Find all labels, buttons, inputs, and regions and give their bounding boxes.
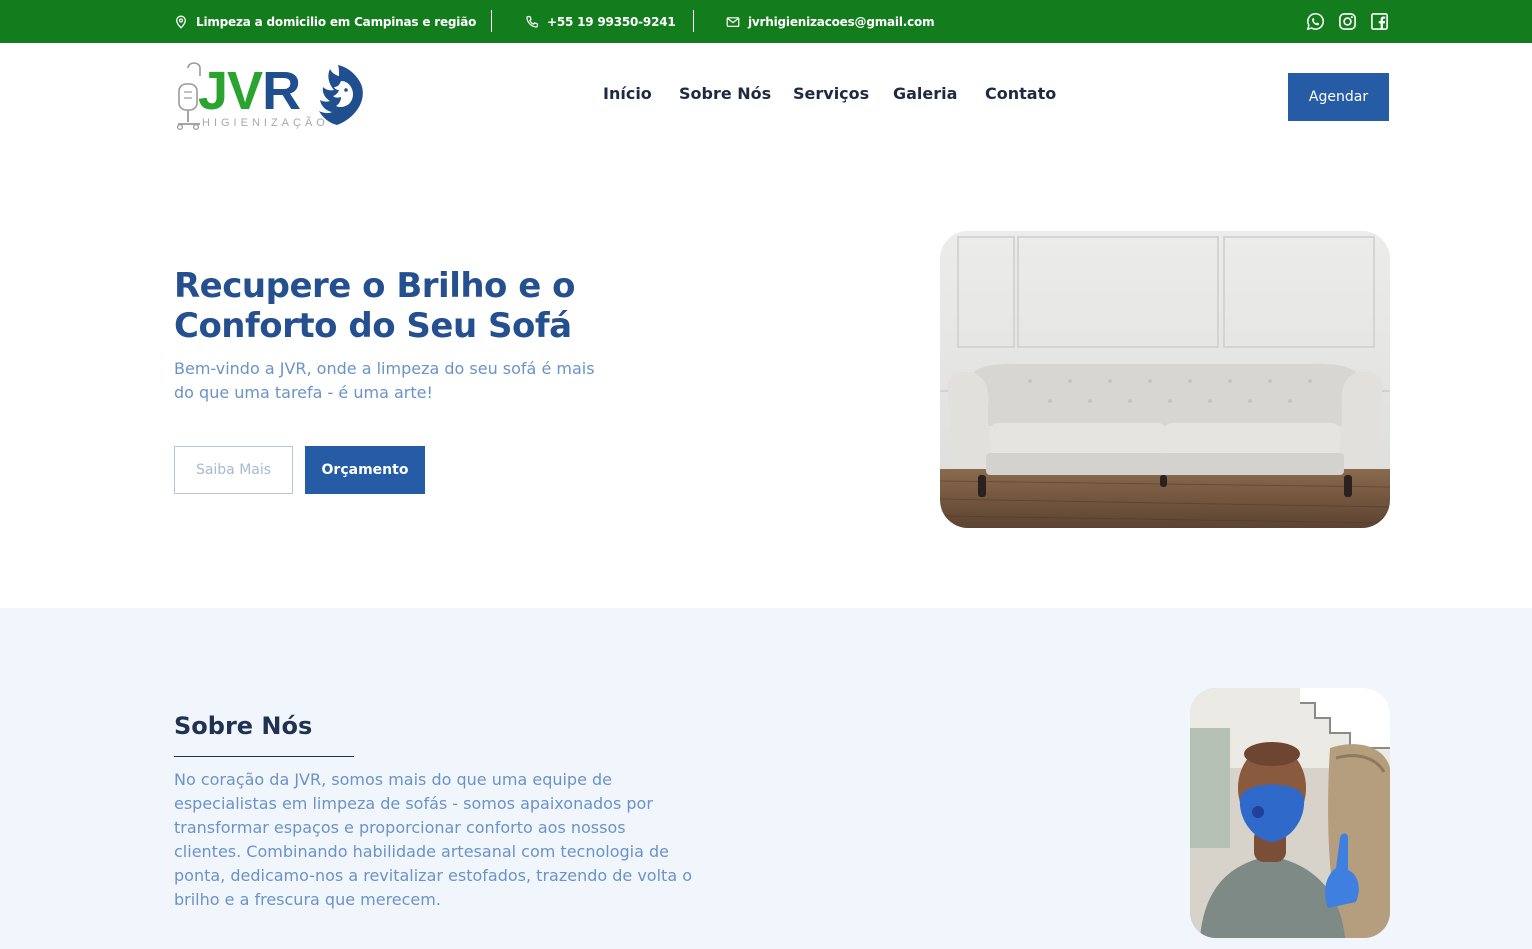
hero-title-line-1: Recupere o Brilho e o [174, 266, 576, 306]
sofa-image [940, 231, 1390, 528]
whatsapp-icon[interactable] [1304, 10, 1326, 32]
agendar-button[interactable]: Agendar [1288, 73, 1389, 121]
jvr-logo[interactable]: JVR HIGIENIZAÇÃO [174, 60, 366, 132]
logo-wordmark: JVR [198, 61, 301, 121]
nav-galeria[interactable]: Galeria [893, 84, 957, 103]
nav-servicos[interactable]: Serviços [793, 84, 869, 103]
phone-info[interactable]: +55 19 99350-9241 [525, 0, 676, 43]
orcamento-button[interactable]: Orçamento [305, 446, 425, 494]
team-member-photo [1190, 688, 1390, 938]
logo-subtitle: HIGIENIZAÇÃO [202, 117, 329, 129]
top-contact-bar: Limpeza a domicilio em Campinas e região… [0, 0, 1532, 43]
logo-r: R [262, 61, 301, 121]
about-title-underline [174, 756, 354, 757]
email-text: jvrhigienizacoes@gmail.com [748, 14, 935, 29]
logo-jv: JV [198, 61, 263, 121]
phone-text: +55 19 99350-9241 [547, 14, 676, 29]
divider [491, 10, 492, 32]
location-pin-icon [174, 15, 188, 29]
facebook-icon[interactable] [1368, 10, 1390, 32]
about-text: No coração da JVR, somos mais do que uma… [174, 770, 692, 909]
saiba-mais-button[interactable]: Saiba Mais [174, 446, 293, 494]
mail-icon [726, 15, 740, 29]
location-text: Limpeza a domicilio em Campinas e região [196, 14, 477, 29]
divider [693, 10, 694, 32]
hero-title-line-2: Conforto do Seu Sofá [174, 306, 572, 346]
nav-sobre-nos[interactable]: Sobre Nós [679, 84, 771, 103]
hero-subtitle: Bem-vindo a JVR, onde a limpeza do seu s… [174, 359, 595, 402]
about-title: Sobre Nós [174, 712, 313, 740]
email-info[interactable]: jvrhigienizacoes@gmail.com [726, 0, 935, 43]
location-info: Limpeza a domicilio em Campinas e região [174, 0, 476, 43]
instagram-icon[interactable] [1336, 10, 1358, 32]
nav-contato[interactable]: Contato [985, 84, 1056, 103]
hero-title: Recupere o Brilho e o Conforto do Seu So… [174, 266, 576, 346]
phone-icon [525, 15, 539, 29]
nav-inicio[interactable]: Início [603, 84, 652, 103]
